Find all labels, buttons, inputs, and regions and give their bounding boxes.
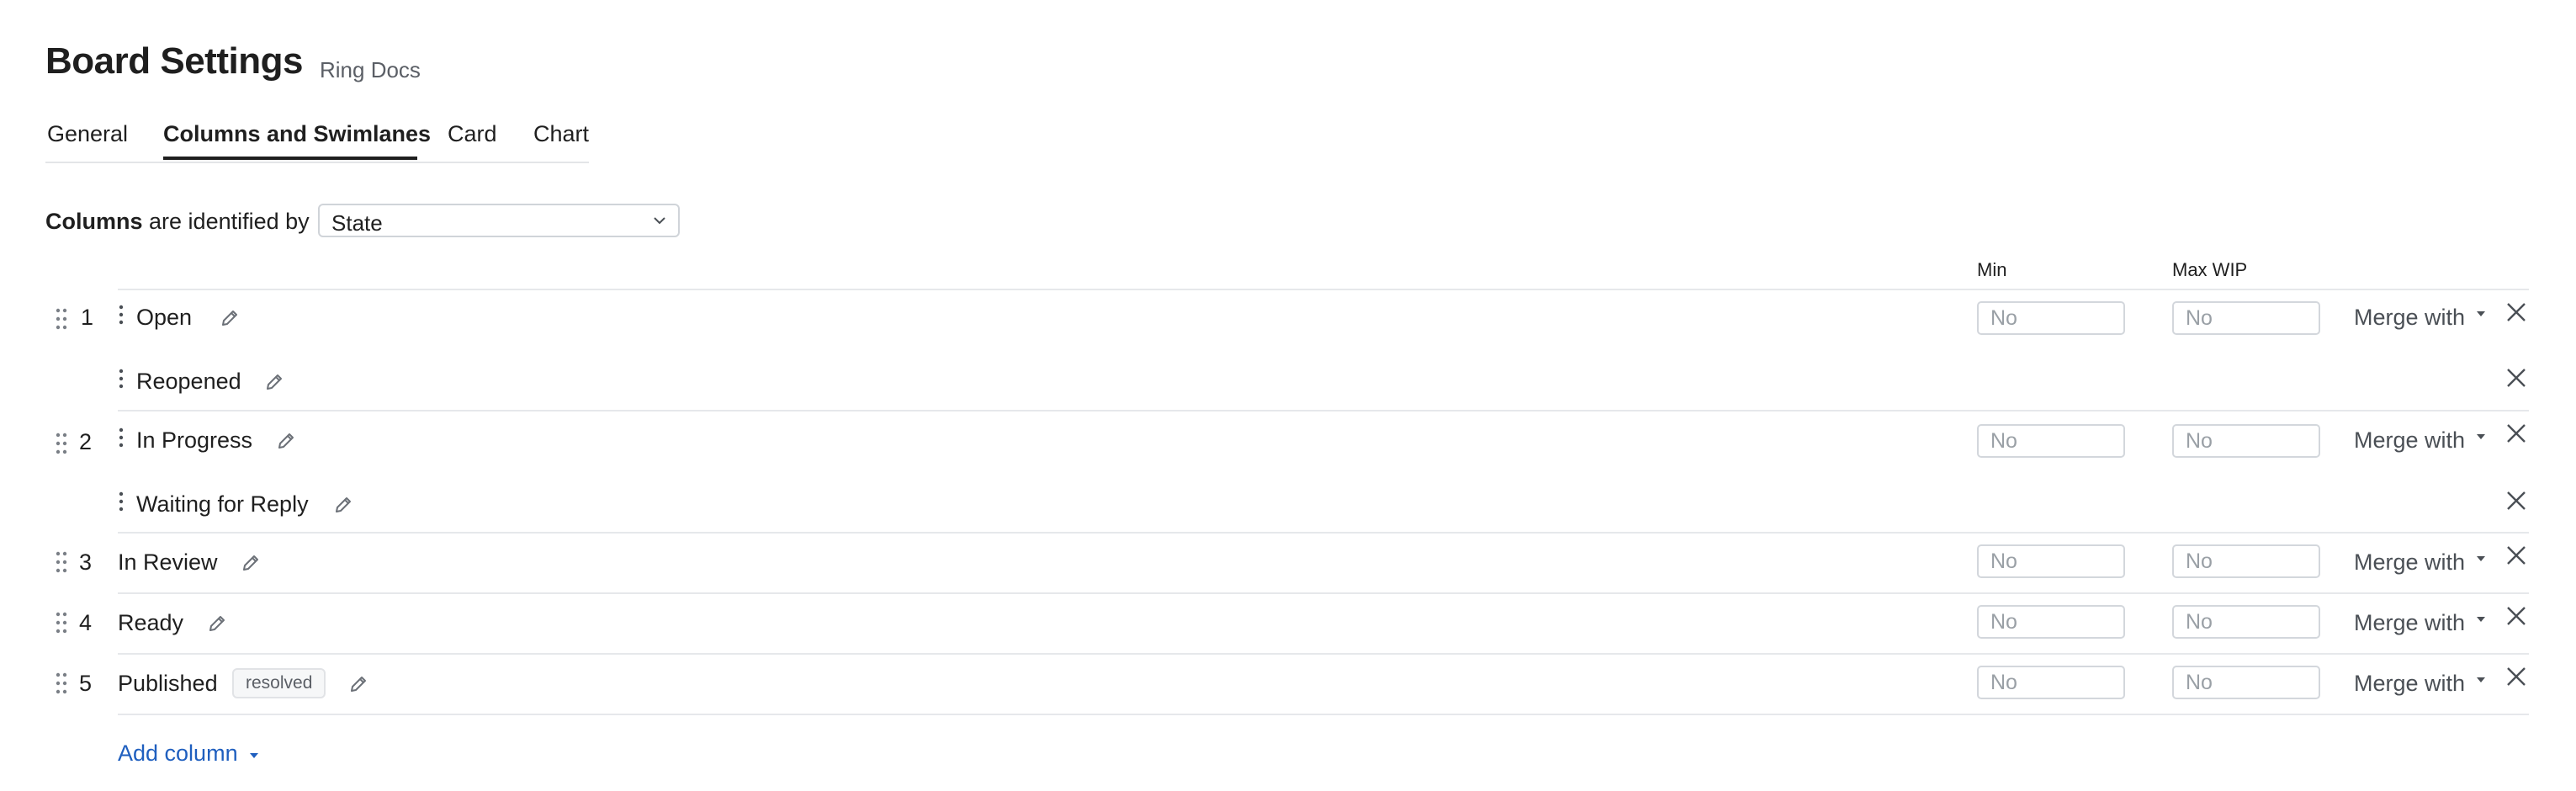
columns-identified-label: Columns are identified by [45, 209, 310, 235]
table-row: Waiting for Reply [0, 471, 2576, 532]
merge-with-label: Merge with [2354, 305, 2466, 330]
columns-word: Columns [45, 209, 143, 234]
column-number: 3 [79, 549, 93, 575]
drag-grip-icon[interactable] [56, 612, 67, 634]
caret-down-icon [2477, 677, 2486, 682]
table-row: 3 In Review Merge with [0, 533, 2576, 593]
column-number: 5 [79, 671, 93, 696]
min-input[interactable] [1977, 424, 2125, 458]
state-handle-icon[interactable] [119, 491, 124, 512]
merge-with-label: Merge with [2354, 610, 2466, 635]
merge-with-dropdown[interactable]: Merge with [2354, 427, 2486, 454]
merge-with-dropdown[interactable]: Merge with [2354, 305, 2486, 331]
tab-columns-and-swimlanes[interactable]: Columns and Swimlanes [163, 121, 431, 147]
min-input[interactable] [1977, 301, 2125, 335]
merge-with-dropdown[interactable]: Merge with [2354, 549, 2486, 576]
tab-general[interactable]: General [47, 121, 128, 147]
pencil-icon[interactable] [207, 613, 227, 634]
min-input[interactable] [1977, 544, 2125, 578]
table-row: 1 Open Merge with [0, 289, 2576, 350]
column-number: 2 [79, 429, 93, 454]
caret-down-icon [249, 753, 258, 758]
pencil-icon[interactable] [333, 495, 353, 515]
merge-with-label: Merge with [2354, 671, 2466, 696]
merge-with-dropdown[interactable]: Merge with [2354, 671, 2486, 697]
column-label: Published [118, 671, 218, 696]
drag-grip-icon[interactable] [56, 433, 67, 454]
state-label: In Progress [136, 427, 253, 453]
active-tab-indicator [163, 157, 417, 160]
state-handle-icon[interactable] [119, 305, 124, 325]
pencil-icon[interactable] [220, 308, 240, 328]
pencil-icon[interactable] [241, 553, 261, 573]
max-wip-input[interactable] [2172, 544, 2320, 578]
merge-with-dropdown[interactable]: Merge with [2354, 610, 2486, 636]
merge-with-label: Merge with [2354, 549, 2466, 575]
column-number: 1 [81, 305, 94, 330]
state-label: Reopened [136, 369, 241, 394]
tab-chart[interactable]: Chart [533, 121, 589, 147]
tab-card[interactable]: Card [448, 121, 497, 147]
close-icon[interactable] [2505, 367, 2527, 389]
caret-down-icon [2477, 311, 2486, 316]
table-row: 5 Published resolved Merge with [0, 654, 2576, 714]
caret-down-icon [2477, 556, 2486, 561]
close-icon[interactable] [2505, 422, 2527, 444]
max-wip-input[interactable] [2172, 301, 2320, 335]
min-input[interactable] [1977, 666, 2125, 699]
drag-grip-icon[interactable] [56, 308, 67, 330]
close-icon[interactable] [2505, 666, 2527, 687]
column-field-value: State [331, 210, 383, 236]
min-header: Min [1977, 259, 2007, 280]
caret-down-icon [2477, 434, 2486, 439]
project-name: Ring Docs [320, 57, 421, 82]
pencil-icon[interactable] [264, 372, 284, 392]
state-label: Waiting for Reply [136, 491, 309, 517]
max-wip-input[interactable] [2172, 424, 2320, 458]
pencil-icon[interactable] [276, 431, 296, 451]
caret-down-icon [2477, 617, 2486, 622]
column-number: 4 [79, 610, 93, 635]
state-handle-icon[interactable] [119, 369, 124, 389]
chevron-down-icon [654, 217, 665, 225]
column-label: Ready [118, 610, 184, 635]
table-row: 4 Ready Merge with [0, 593, 2576, 654]
min-input[interactable] [1977, 605, 2125, 639]
merge-with-label: Merge with [2354, 427, 2466, 453]
state-handle-icon[interactable] [119, 427, 124, 448]
table-row: 2 In Progress Merge with [0, 411, 2576, 471]
close-icon[interactable] [2505, 301, 2527, 323]
drag-grip-icon[interactable] [56, 672, 67, 694]
resolved-badge: resolved [232, 668, 326, 698]
column-field-select[interactable]: State [318, 204, 680, 237]
drag-grip-icon[interactable] [56, 551, 67, 573]
pencil-icon[interactable] [348, 674, 368, 694]
max-wip-header: Max WIP [2172, 259, 2248, 280]
state-label: Open [136, 305, 193, 330]
add-column-button[interactable]: Add column [118, 741, 258, 767]
settings-tabs: General Columns and Swimlanes Card Chart [45, 118, 589, 163]
close-icon[interactable] [2505, 544, 2527, 566]
identified-by-text: are identified by [149, 209, 310, 234]
close-icon[interactable] [2505, 605, 2527, 627]
max-wip-input[interactable] [2172, 666, 2320, 699]
page-title: Board Settings [45, 40, 303, 82]
column-label: In Review [118, 549, 218, 575]
max-wip-input[interactable] [2172, 605, 2320, 639]
close-icon[interactable] [2505, 490, 2527, 512]
table-row: Reopened [0, 350, 2576, 411]
add-column-label: Add column [118, 741, 238, 766]
